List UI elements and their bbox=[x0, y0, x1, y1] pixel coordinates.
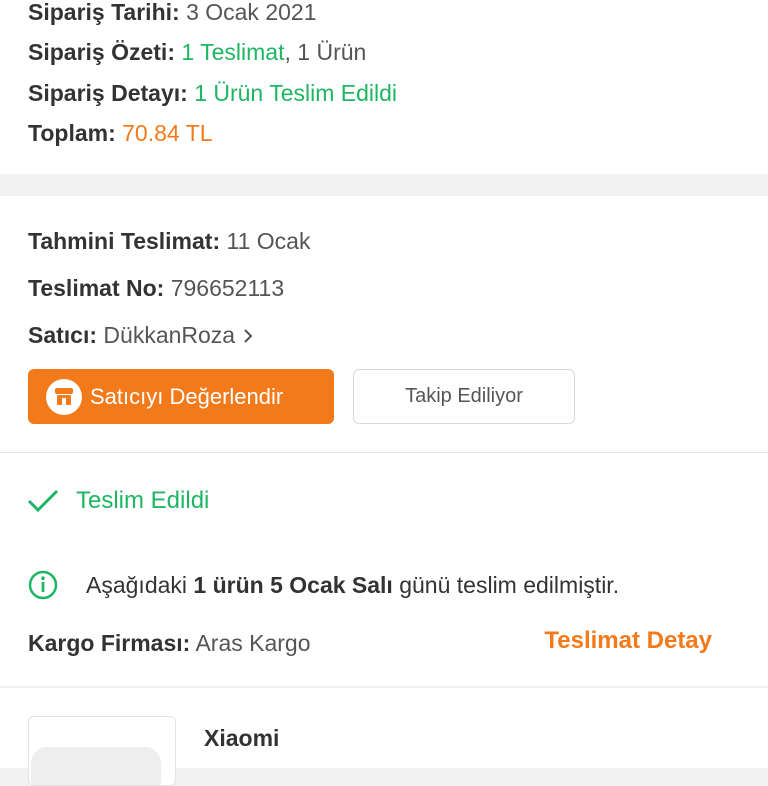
estimated-delivery-row: Tahmini Teslimat: 11 Ocak bbox=[28, 227, 310, 255]
rate-seller-button[interactable]: Satıcıyı Değerlendir bbox=[28, 369, 334, 424]
order-summary-card: Sipariş Tarihi: 3 Ocak 2021 Sipariş Özet… bbox=[0, 0, 768, 174]
delivery-number-label: Teslimat No: bbox=[28, 275, 165, 301]
chevron-right-icon[interactable] bbox=[242, 327, 254, 345]
cargo-value: Aras Kargo bbox=[195, 630, 311, 656]
order-summary-separator: , bbox=[284, 39, 291, 65]
order-detail-row: Sipariş Detayı: 1 Ürün Teslim Edildi bbox=[28, 79, 397, 107]
delivery-number-value: 796652113 bbox=[170, 275, 285, 301]
delivery-number-row: Teslimat No: 796652113 bbox=[28, 274, 284, 302]
delivery-info-prefix: Aşağıdaki bbox=[86, 572, 188, 598]
follow-seller-label: Takip Ediliyor bbox=[405, 385, 523, 407]
check-icon bbox=[27, 489, 59, 513]
order-date-label: Sipariş Tarihi: bbox=[28, 0, 180, 25]
order-date-value: 3 Ocak 2021 bbox=[186, 0, 317, 25]
order-detail-label: Sipariş Detayı: bbox=[28, 80, 188, 106]
cargo-row: Kargo Firması: Aras Kargo bbox=[28, 629, 311, 657]
delivery-detail-link[interactable]: Teslimat Detay bbox=[544, 627, 712, 655]
delivery-info-text: Aşağıdaki 1 ürün 5 Ocak Salı günü teslim… bbox=[86, 571, 619, 599]
estimated-delivery-label: Tahmini Teslimat: bbox=[28, 228, 221, 254]
delivery-info-date: 5 Ocak Salı bbox=[270, 572, 393, 598]
order-total-value: 70.84 TL bbox=[122, 120, 213, 146]
seller-name[interactable]: DükkanRoza bbox=[103, 322, 235, 348]
product-divider bbox=[0, 686, 768, 688]
product-brand[interactable]: Xiaomi bbox=[204, 724, 279, 752]
store-icon bbox=[46, 378, 82, 415]
order-summary-delivery[interactable]: 1 Teslimat bbox=[181, 39, 284, 65]
estimated-delivery-value: 11 Ocak bbox=[226, 228, 311, 254]
cargo-label: Kargo Firması: bbox=[28, 630, 191, 656]
product-thumbnail[interactable] bbox=[28, 716, 176, 786]
rate-seller-label: Satıcıyı Değerlendir bbox=[90, 383, 284, 409]
order-detail-value[interactable]: 1 Ürün Teslim Edildi bbox=[194, 80, 397, 106]
seller-row[interactable]: Satıcı: DükkanRoza bbox=[28, 321, 254, 349]
follow-seller-button[interactable]: Takip Ediliyor bbox=[353, 369, 575, 424]
order-summary-row: Sipariş Özeti: 1 Teslimat, 1 Ürün bbox=[28, 38, 366, 66]
order-summary-items: 1 Ürün bbox=[297, 39, 367, 65]
product-image bbox=[31, 747, 161, 785]
divider bbox=[0, 452, 768, 453]
order-total-label: Toplam: bbox=[28, 120, 116, 146]
info-icon bbox=[28, 570, 58, 600]
order-total-row: Toplam: 70.84 TL bbox=[28, 119, 213, 147]
delivered-status: Teslim Edildi bbox=[76, 487, 210, 514]
delivery-info-count: 1 ürün bbox=[193, 572, 264, 598]
delivery-info-suffix: günü teslim edilmiştir. bbox=[399, 572, 620, 598]
seller-label: Satıcı: bbox=[28, 322, 98, 348]
order-summary-label: Sipariş Özeti: bbox=[28, 39, 175, 65]
order-date-row: Sipariş Tarihi: 3 Ocak 2021 bbox=[28, 0, 316, 26]
